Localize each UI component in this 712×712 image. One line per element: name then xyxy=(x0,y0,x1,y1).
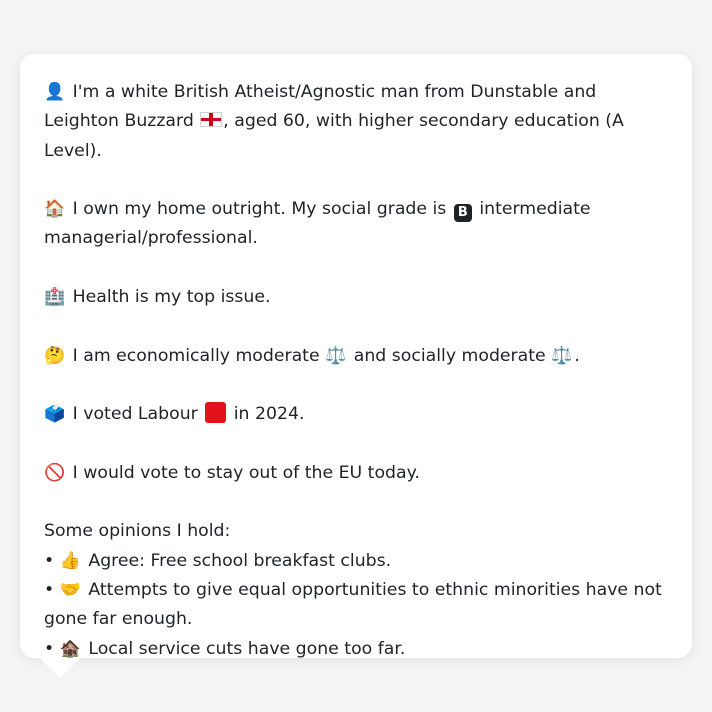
england-flag-icon xyxy=(200,112,223,128)
red-square-icon xyxy=(205,402,227,424)
prohibited-icon: 🚫 xyxy=(44,462,66,483)
econ-text-b: and socially moderate xyxy=(353,345,546,366)
opinions-heading: Some opinions I hold: xyxy=(44,521,231,542)
home-text-a: I own my home outright. My social grade … xyxy=(72,199,447,220)
person-icon: 👤 xyxy=(44,82,66,102)
house-icon: 🏠 xyxy=(44,199,66,220)
handshake-icon: 🤝 xyxy=(59,580,81,601)
thumbs-up-icon: 👍 xyxy=(59,550,81,571)
list-item: • 🏚️ Local service cuts have gone too fa… xyxy=(44,635,668,664)
list-item: • 🤝 Attempts to give equal opportunities… xyxy=(44,576,668,635)
econ-text-a: I am economically moderate xyxy=(72,345,320,366)
health-text: Health is my top issue. xyxy=(72,287,271,308)
bullet: • xyxy=(44,580,55,601)
bullet: • xyxy=(44,550,55,571)
grade-b-icon: B xyxy=(453,204,472,223)
bullet: • xyxy=(44,638,55,659)
hospital-icon: 🏥 xyxy=(44,287,66,308)
intro-paragraph: 👤 I'm a white British Atheist/Agnostic m… xyxy=(44,78,668,166)
econ-text-c: . xyxy=(574,345,580,366)
bubble-tail xyxy=(40,658,80,678)
balance-scale-icon: ⚖️ xyxy=(325,345,347,366)
ideology-paragraph: 🤔 I am economically moderate ⚖️ and soci… xyxy=(44,342,668,371)
vote-text-b: in 2024. xyxy=(233,404,305,425)
balance-scale-icon: ⚖️ xyxy=(551,345,573,366)
list-item: • 👍 Agree: Free school breakfast clubs. xyxy=(44,547,668,576)
vote-paragraph: 🗳️ I voted Labour in 2024. xyxy=(44,400,668,429)
home-paragraph: 🏠 I own my home outright. My social grad… xyxy=(44,195,668,254)
eu-paragraph: 🚫 I would vote to stay out of the EU tod… xyxy=(44,459,668,488)
health-paragraph: 🏥 Health is my top issue. xyxy=(44,283,668,312)
vote-text-a: I voted Labour xyxy=(72,404,198,425)
persona-message: 👤 I'm a white British Atheist/Agnostic m… xyxy=(44,78,668,664)
eu-text: I would vote to stay out of the EU today… xyxy=(72,462,420,483)
ballot-box-icon: 🗳️ xyxy=(44,404,66,425)
opinion-text: Local service cuts have gone too far. xyxy=(88,638,406,659)
message-bubble: 👤 I'm a white British Atheist/Agnostic m… xyxy=(20,54,692,659)
opinion-text: Agree: Free school breakfast clubs. xyxy=(88,550,392,571)
opinion-text: Attempts to give equal opportunities to … xyxy=(44,580,662,630)
thinking-face-icon: 🤔 xyxy=(44,345,66,366)
